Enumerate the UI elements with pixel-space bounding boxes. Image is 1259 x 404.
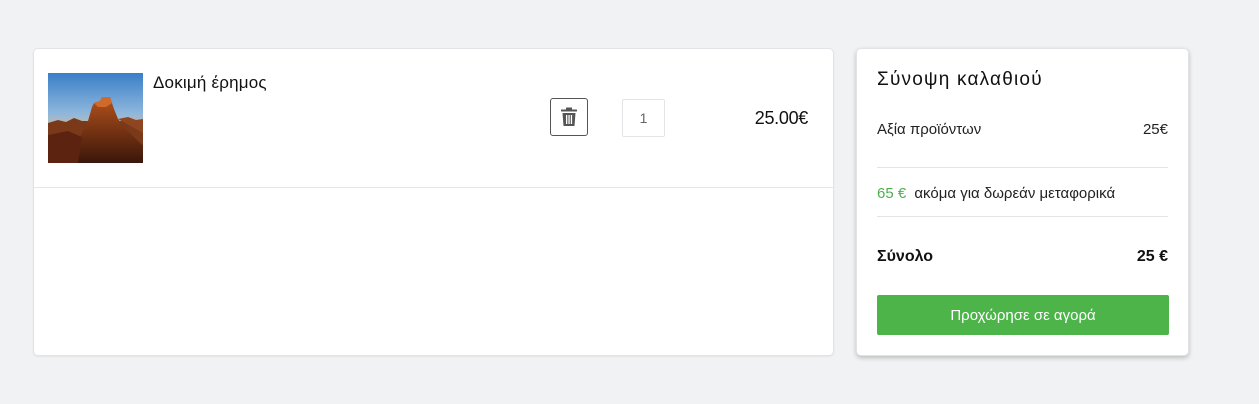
item-price: 25.00€ — [754, 108, 809, 128]
total-row: Σύνολο 25 € — [877, 248, 1168, 266]
product-name[interactable]: Δοκιμή έρημος — [153, 73, 267, 93]
subtotal-row: Αξία προϊόντων 25€ — [877, 121, 1168, 138]
free-shipping-text: ακόμα για δωρεάν μεταφορικά — [914, 185, 1116, 202]
desert-photo-icon — [48, 73, 143, 163]
product-image[interactable] — [48, 73, 143, 163]
summary-title: Σύνοψη καλαθιού — [877, 69, 1043, 90]
trash-icon — [561, 107, 577, 126]
cart-items-panel: Δοκιμή έρημος 25.00€ — [33, 48, 834, 356]
checkout-button[interactable]: Προχώρησε σε αγορά — [877, 295, 1169, 335]
total-value: 25 € — [1136, 248, 1168, 265]
free-shipping-amount: 65 € — [877, 185, 907, 202]
delete-item-button[interactable] — [550, 98, 588, 136]
divider — [877, 216, 1168, 217]
subtotal-value: 25€ — [1142, 121, 1168, 138]
total-label: Σύνολο — [877, 248, 934, 265]
divider — [877, 167, 1168, 168]
subtotal-label: Αξία προϊόντων — [877, 121, 982, 138]
cart-summary-panel: Σύνοψη καλαθιού Αξία προϊόντων 25€ 65 € … — [856, 48, 1189, 356]
free-shipping-note: 65 € ακόμα για δωρεάν μεταφορικά — [877, 185, 1115, 202]
quantity-input[interactable] — [622, 99, 665, 137]
cart-item: Δοκιμή έρημος 25.00€ — [34, 49, 833, 188]
